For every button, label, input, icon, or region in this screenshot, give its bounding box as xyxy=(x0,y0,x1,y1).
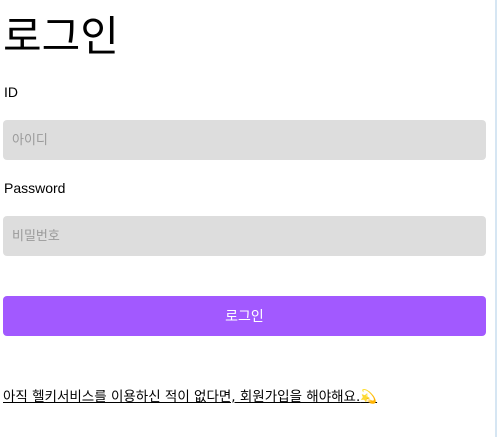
id-label: ID xyxy=(4,84,18,100)
signup-link[interactable]: 아직 헬키서비스를 이용하신 적이 없다면, 회원가입을 해야해요.💫 xyxy=(3,388,377,406)
id-input[interactable] xyxy=(3,120,486,160)
page-title: 로그인 xyxy=(3,12,119,61)
signup-link-text: 아직 헬키서비스를 이용하신 적이 없다면, 회원가입을 해야해요. xyxy=(3,389,361,405)
sparkle-icon: 💫 xyxy=(360,389,378,405)
password-label: Password xyxy=(4,180,66,196)
password-input[interactable] xyxy=(3,216,486,256)
login-button[interactable]: 로그인 xyxy=(3,296,486,336)
